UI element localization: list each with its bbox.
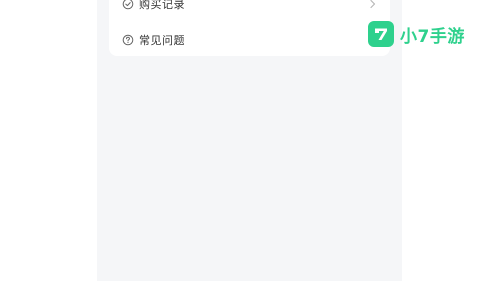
brand-badge-icon: [368, 21, 394, 47]
menu-item-label: 购买记录: [139, 0, 185, 11]
question-circle-icon: [122, 34, 134, 46]
app-screen: 购买记录 常见问题: [97, 0, 402, 281]
chevron-right-icon: [368, 0, 378, 10]
check-circle-icon: [122, 0, 134, 10]
watermark-logo: 小7手游: [368, 20, 465, 48]
menu-item-faq[interactable]: 常见问题: [122, 30, 378, 50]
menu-item-purchase-history[interactable]: 购买记录: [122, 0, 378, 14]
menu-card: 购买记录 常见问题: [109, 0, 390, 56]
brand-wordmark: 小7手游: [400, 26, 465, 47]
menu-item-label: 常见问题: [139, 33, 185, 47]
screenshot: 购买记录 常见问题 小7手游: [0, 0, 500, 281]
